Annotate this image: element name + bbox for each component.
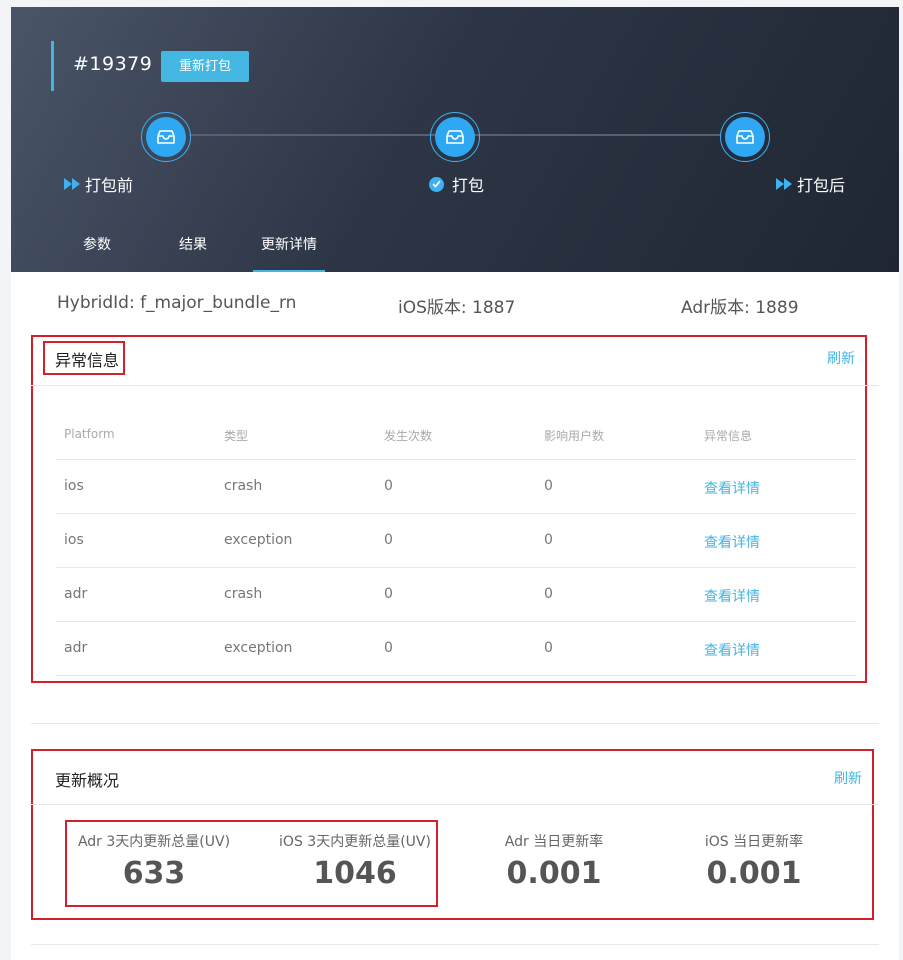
column-header-info: 异常信息	[704, 429, 753, 443]
table-row: adr exception 0 0 查看详情	[56, 621, 856, 675]
column-header-platform: Platform	[64, 427, 115, 441]
view-details-link[interactable]: 查看详情	[704, 586, 760, 606]
exceptions-refresh-link[interactable]: 刷新	[827, 348, 855, 368]
stat-label-adr-rate: Adr 当日更新率	[504, 834, 604, 850]
check-circle-icon	[429, 176, 444, 192]
cell-type: crash	[224, 586, 263, 602]
column-header-count: 发生次数	[384, 429, 433, 443]
view-details-link[interactable]: 查看详情	[704, 478, 760, 498]
hybrid-id: HybridId: f_major_bundle_rn	[57, 293, 297, 313]
stat-value-ios-rate: 0.001	[706, 856, 802, 891]
package-icon	[736, 130, 754, 144]
table-row: adr crash 0 0 查看详情	[56, 567, 856, 621]
cell-type: exception	[224, 640, 293, 656]
stat-value-adr-uv: 633	[122, 856, 186, 891]
view-details-link[interactable]: 查看详情	[704, 532, 760, 552]
cell-platform: ios	[64, 478, 84, 494]
overview-section: 更新概况 刷新 Adr 3天内更新总量(UV) 633 iOS 3天内更新总量(…	[31, 749, 879, 921]
cell-users: 0	[544, 640, 553, 656]
step-prebuild: 打包前	[64, 172, 133, 196]
stat-value-adr-rate: 0.001	[506, 856, 602, 891]
divider	[31, 944, 879, 945]
table-row: ios crash 0 0 查看详情	[56, 459, 856, 513]
stat-label-ios-rate: iOS 当日更新率	[704, 834, 804, 850]
table-row: ios exception 0 0 查看详情	[56, 513, 856, 567]
rebuild-button[interactable]: 重新打包	[161, 51, 249, 82]
cell-users: 0	[544, 586, 553, 602]
column-header-users: 影响用户数	[544, 429, 605, 443]
cell-type: exception	[224, 532, 293, 548]
exceptions-section: 异常信息 刷新 Platform 类型 发生次数 影响用户数 异常信息 ios …	[31, 335, 879, 683]
step-node-postbuild	[720, 112, 770, 162]
cell-count: 0	[384, 532, 393, 548]
overview-refresh-link[interactable]: 刷新	[834, 768, 862, 788]
double-arrow-icon	[64, 178, 80, 190]
cell-platform: adr	[64, 640, 88, 656]
title-accent-bar	[51, 41, 54, 91]
package-icon	[446, 130, 464, 144]
column-header-type: 类型	[224, 429, 249, 443]
stat-label-ios-uv: iOS 3天内更新总量(UV)	[279, 834, 431, 850]
build-id: #19379	[73, 53, 153, 75]
tab-results[interactable]: 结果	[167, 229, 219, 272]
step-node-prebuild	[141, 112, 191, 162]
step-label-prebuild: 打包前	[85, 176, 134, 195]
divider	[31, 723, 879, 724]
build-header: #19379 重新打包 打包前 打包 打包后 参数 结果 更新详情	[11, 7, 899, 272]
cell-type: crash	[224, 478, 263, 494]
cell-users: 0	[544, 478, 553, 494]
stat-label-adr-uv: Adr 3天内更新总量(UV)	[77, 834, 231, 850]
double-arrow-icon	[776, 178, 792, 190]
tab-params[interactable]: 参数	[71, 229, 123, 272]
cell-count: 0	[384, 586, 393, 602]
view-details-link[interactable]: 查看详情	[704, 640, 760, 660]
cell-platform: ios	[64, 532, 84, 548]
page: #19379 重新打包 打包前 打包 打包后 参数 结果 更新详情 Hybrid…	[11, 7, 899, 960]
tab-update-details[interactable]: 更新详情	[253, 229, 325, 272]
stat-value-ios-uv: 1046	[313, 856, 397, 891]
cell-users: 0	[544, 532, 553, 548]
step-build: 打包	[429, 172, 484, 196]
step-node-build	[430, 112, 480, 162]
exceptions-title: 异常信息	[55, 351, 120, 370]
divider	[31, 804, 879, 805]
cell-count: 0	[384, 640, 393, 656]
package-icon	[157, 130, 175, 144]
divider	[56, 675, 856, 676]
adr-version: Adr版本: 1889	[681, 298, 799, 318]
cell-platform: adr	[64, 586, 88, 602]
overview-title: 更新概况	[55, 771, 120, 790]
step-postbuild: 打包后	[776, 172, 845, 196]
step-label-postbuild: 打包后	[797, 176, 846, 195]
divider	[31, 385, 879, 386]
cell-count: 0	[384, 478, 393, 494]
ios-version: iOS版本: 1887	[398, 298, 516, 318]
step-label-build: 打包	[452, 176, 485, 195]
